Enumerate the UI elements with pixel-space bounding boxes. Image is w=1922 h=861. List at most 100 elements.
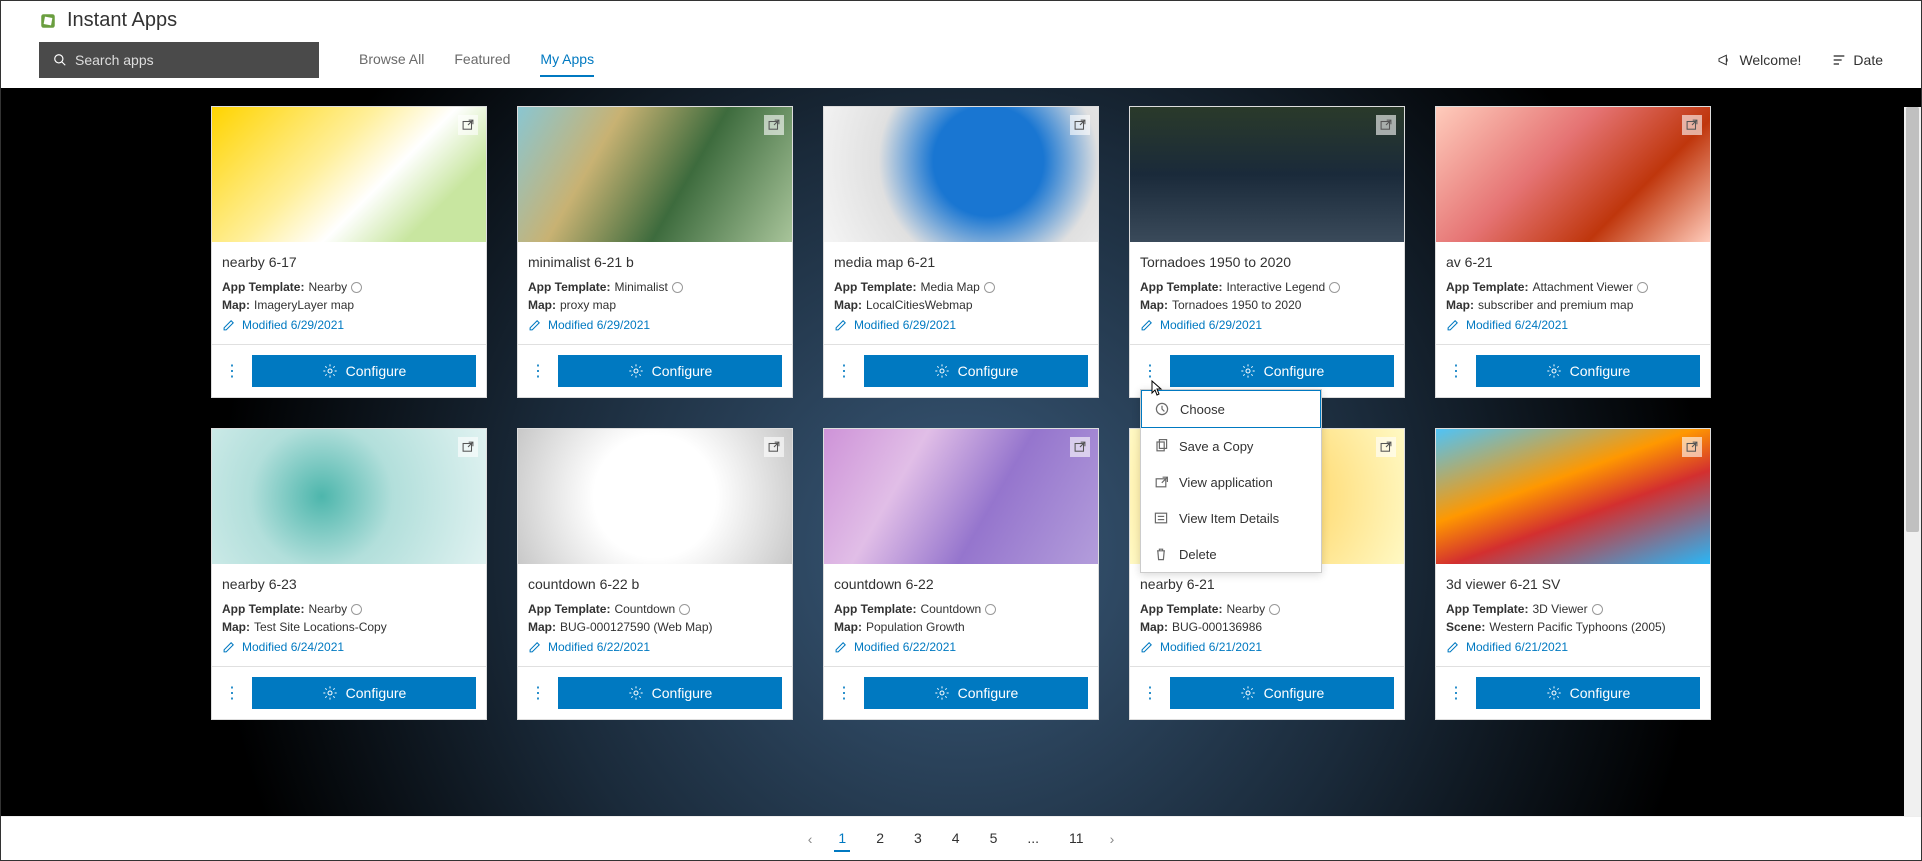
page-3[interactable]: 3 (910, 826, 926, 852)
dropdown-item-save-a-copy[interactable]: Save a Copy (1141, 428, 1321, 464)
card-modified-row[interactable]: Modified 6/22/2021 (528, 640, 782, 654)
more-actions-button[interactable]: ⋮ (222, 683, 242, 703)
card-thumbnail[interactable] (1130, 107, 1404, 242)
configure-button[interactable]: Configure (864, 677, 1088, 709)
search-input[interactable] (75, 52, 305, 68)
configure-button[interactable]: Configure (558, 677, 782, 709)
page-11[interactable]: 11 (1065, 826, 1088, 852)
open-in-new-icon[interactable] (1682, 115, 1702, 135)
more-actions-button[interactable]: ⋮ (528, 683, 548, 703)
info-icon[interactable] (351, 604, 362, 615)
page-prev-button[interactable]: ‹ (808, 831, 813, 847)
nav-tab-browse-all[interactable]: Browse All (359, 43, 424, 77)
nav-tab-my-apps[interactable]: My Apps (540, 43, 594, 77)
sort-button[interactable]: Date (1831, 52, 1883, 68)
configure-button[interactable]: Configure (1170, 677, 1394, 709)
nav-tab-featured[interactable]: Featured (454, 43, 510, 77)
configure-button[interactable]: Configure (252, 355, 476, 387)
copy-icon (1153, 438, 1169, 454)
more-actions-button[interactable]: ⋮ (1140, 361, 1160, 381)
modified-label: Modified 6/24/2021 (242, 640, 344, 654)
more-actions-button[interactable]: ⋮ (528, 361, 548, 381)
configure-button[interactable]: Configure (558, 355, 782, 387)
edit-icon (528, 318, 542, 332)
info-icon[interactable] (672, 282, 683, 293)
card-thumbnail[interactable] (1436, 429, 1710, 564)
welcome-button[interactable]: Welcome! (1717, 52, 1801, 68)
more-actions-button[interactable]: ⋮ (834, 683, 854, 703)
card-thumbnail[interactable] (518, 429, 792, 564)
open-in-new-icon[interactable] (458, 437, 478, 457)
card-modified-row[interactable]: Modified 6/24/2021 (222, 640, 476, 654)
page-next-button[interactable]: › (1110, 831, 1115, 847)
app-card: countdown 6-22 App Template: Countdown M… (823, 428, 1099, 720)
page-4[interactable]: 4 (948, 826, 964, 852)
more-actions-button[interactable]: ⋮ (222, 361, 242, 381)
more-actions-button[interactable]: ⋮ (1140, 683, 1160, 703)
edit-icon (1140, 640, 1154, 654)
modified-label: Modified 6/24/2021 (1466, 318, 1568, 332)
open-in-new-icon[interactable] (764, 437, 784, 457)
open-in-new-icon[interactable] (1376, 437, 1396, 457)
card-modified-row[interactable]: Modified 6/21/2021 (1140, 640, 1394, 654)
dropdown-item-view-item-details[interactable]: View Item Details (1141, 500, 1321, 536)
info-icon[interactable] (679, 604, 690, 615)
card-title: av 6-21 (1446, 254, 1700, 270)
page-1[interactable]: 1 (834, 826, 850, 852)
open-in-new-icon[interactable] (458, 115, 478, 135)
configure-button[interactable]: Configure (864, 355, 1088, 387)
scrollbar-thumb[interactable] (1906, 107, 1919, 532)
card-thumbnail[interactable] (824, 107, 1098, 242)
card-template-line: App Template: Countdown (834, 602, 1088, 616)
content-area: nearby 6-17 App Template: Nearby Map: Im… (1, 88, 1921, 860)
card-thumbnail[interactable] (1436, 107, 1710, 242)
card-thumbnail[interactable] (824, 429, 1098, 564)
card-modified-row[interactable]: Modified 6/29/2021 (834, 318, 1088, 332)
card-modified-row[interactable]: Modified 6/22/2021 (834, 640, 1088, 654)
configure-button[interactable]: Configure (1476, 677, 1700, 709)
info-icon[interactable] (985, 604, 996, 615)
info-icon[interactable] (1269, 604, 1280, 615)
card-template-line: App Template: Nearby (222, 280, 476, 294)
edit-icon (1446, 640, 1460, 654)
open-in-new-icon[interactable] (1682, 437, 1702, 457)
dropdown-item-delete[interactable]: Delete (1141, 536, 1321, 572)
info-icon[interactable] (1637, 282, 1648, 293)
scrollbar[interactable] (1904, 107, 1921, 816)
card-thumbnail[interactable] (212, 429, 486, 564)
gear-icon (1240, 363, 1256, 379)
dropdown-item-choose[interactable]: Choose (1141, 390, 1321, 428)
modified-label: Modified 6/22/2021 (854, 640, 956, 654)
card-modified-row[interactable]: Modified 6/24/2021 (1446, 318, 1700, 332)
search-icon (53, 53, 67, 67)
modified-label: Modified 6/21/2021 (1160, 640, 1262, 654)
open-in-new-icon[interactable] (1376, 115, 1396, 135)
open-in-new-icon[interactable] (764, 115, 784, 135)
more-actions-button[interactable]: ⋮ (1446, 683, 1466, 703)
card-title: countdown 6-22 (834, 576, 1088, 592)
dropdown-item-view-application[interactable]: View application (1141, 464, 1321, 500)
info-icon[interactable] (1329, 282, 1340, 293)
card-modified-row[interactable]: Modified 6/29/2021 (528, 318, 782, 332)
more-actions-button[interactable]: ⋮ (834, 361, 854, 381)
card-modified-row[interactable]: Modified 6/21/2021 (1446, 640, 1700, 654)
edit-icon (222, 640, 236, 654)
configure-button[interactable]: Configure (1476, 355, 1700, 387)
configure-button[interactable]: Configure (1170, 355, 1394, 387)
info-icon[interactable] (351, 282, 362, 293)
card-modified-row[interactable]: Modified 6/29/2021 (222, 318, 476, 332)
card-thumbnail[interactable] (212, 107, 486, 242)
configure-button[interactable]: Configure (252, 677, 476, 709)
open-in-new-icon[interactable] (1070, 437, 1090, 457)
search-input-container[interactable] (39, 42, 319, 78)
more-actions-button[interactable]: ⋮ (1446, 361, 1466, 381)
info-icon[interactable] (984, 282, 995, 293)
page-5[interactable]: 5 (986, 826, 1002, 852)
page-2[interactable]: 2 (872, 826, 888, 852)
info-icon[interactable] (1592, 604, 1603, 615)
open-in-new-icon[interactable] (1070, 115, 1090, 135)
card-thumbnail[interactable] (518, 107, 792, 242)
edit-icon (834, 318, 848, 332)
card-template-line: App Template: 3D Viewer (1446, 602, 1700, 616)
card-modified-row[interactable]: Modified 6/29/2021 (1140, 318, 1394, 332)
